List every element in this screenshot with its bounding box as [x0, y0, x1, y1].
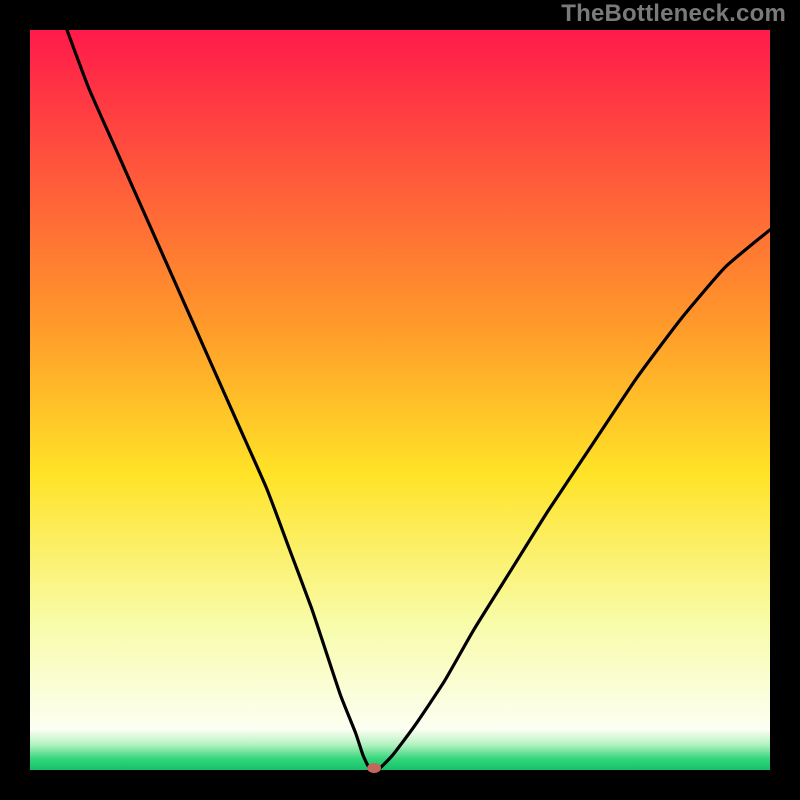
chart-stage: TheBottleneck.com [0, 0, 800, 800]
watermark-text: TheBottleneck.com [561, 0, 786, 28]
chart-svg [0, 0, 800, 800]
minimum-marker [367, 763, 381, 773]
plot-background [30, 30, 770, 770]
